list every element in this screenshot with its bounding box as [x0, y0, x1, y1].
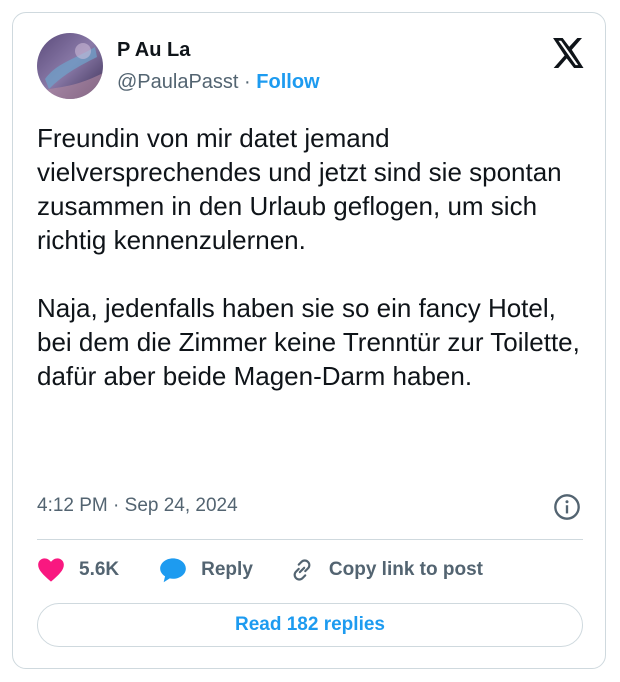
- author-handle[interactable]: @PaulaPasst: [117, 71, 238, 93]
- tweet-card: P Au La @PaulaPasst · Follow Freundin vo…: [12, 12, 606, 669]
- author-name[interactable]: P Au La: [117, 39, 190, 62]
- copy-link-button[interactable]: Copy link to post: [289, 557, 483, 583]
- tweet-paragraph-2: Naja, jedenfalls haben sie so ein fancy …: [37, 293, 580, 391]
- reply-label: Reply: [201, 559, 253, 580]
- read-replies-button[interactable]: Read 182 replies: [37, 603, 583, 647]
- link-icon: [293, 559, 311, 581]
- reply-button[interactable]: Reply: [159, 557, 253, 583]
- reply-bubble-icon: [160, 558, 186, 583]
- author-handle-row: @PaulaPasst · Follow: [117, 71, 320, 94]
- like-button[interactable]: 5.6K: [37, 557, 119, 583]
- divider: [37, 539, 583, 540]
- avatar[interactable]: [37, 33, 103, 99]
- heart-icon: [38, 558, 64, 582]
- info-icon[interactable]: [553, 493, 581, 521]
- follow-button[interactable]: Follow: [256, 71, 319, 93]
- x-logo-icon[interactable]: [549, 35, 585, 71]
- copy-link-label: Copy link to post: [328, 559, 483, 580]
- like-count: 5.6K: [79, 559, 120, 580]
- tweet-timestamp[interactable]: 4:12 PM · Sep 24, 2024: [37, 495, 238, 517]
- tweet-paragraph-1: Freundin von mir datet jemand vielverspr…: [37, 123, 562, 255]
- action-bar: 5.6K Reply Copy link to post: [37, 553, 483, 587]
- tweet-text: Freundin von mir datet jemand vielverspr…: [37, 121, 597, 427]
- separator-dot: ·: [244, 71, 251, 93]
